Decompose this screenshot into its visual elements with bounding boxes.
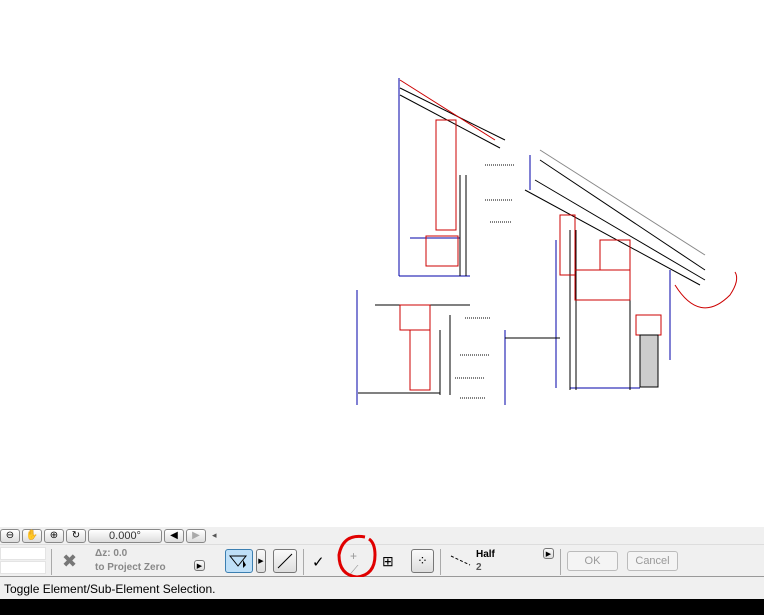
check-angle-icon[interactable]: ✓ — [312, 553, 325, 571]
fit-in-window-icon[interactable]: ⊕ — [44, 528, 64, 543]
zoom-out-icon[interactable]: ⊖ — [0, 528, 20, 543]
view-angle-field[interactable]: 0.000° — [88, 528, 162, 543]
elevation-reference: to Project Zero — [95, 562, 166, 573]
selection-options-arrow[interactable]: ▶ — [256, 549, 266, 573]
ok-button[interactable]: OK — [567, 551, 618, 571]
separator — [51, 549, 52, 575]
coordinate-field-2[interactable] — [0, 561, 46, 574]
cancel-button[interactable]: Cancel — [627, 551, 678, 571]
info-box-toolbar: ✖ Δz: 0.0 to Project Zero ▶ ▶ ✓ + ⟋ ⊞ ⁘ H… — [0, 534, 764, 579]
next-zoom-icon: ▶ — [186, 528, 206, 543]
drawing-canvas[interactable] — [0, 0, 764, 527]
elevation-options-button[interactable]: ▶ — [194, 560, 205, 571]
dz-value: 0.0 — [113, 548, 128, 559]
red-circle-annotation — [337, 534, 377, 579]
pen-line-icon — [450, 555, 471, 566]
status-bar: Toggle Element/Sub-Element Selection. — [0, 577, 764, 599]
separator — [560, 549, 561, 575]
dz-label: Δz: — [95, 548, 111, 559]
diagonal-line-icon — [277, 553, 293, 569]
magic-wand-button[interactable]: ⁘ — [411, 549, 434, 573]
scroll-left-icon[interactable]: ◂ — [212, 530, 217, 541]
pen-value: 2 — [476, 562, 482, 573]
previous-zoom-icon[interactable]: ◀ — [164, 528, 184, 543]
section-detail-drawing — [356, 78, 738, 405]
navigation-bar: ⊖ ✋ ⊕ ↻ 0.000° ◀ ▶ ◂ — [0, 527, 764, 544]
toggle-subelement-selection-button[interactable] — [225, 549, 253, 573]
rotate-view-icon[interactable]: ↻ — [66, 528, 86, 543]
taskbar-area — [0, 599, 764, 615]
pan-hand-icon[interactable]: ✋ — [22, 528, 42, 543]
pen-label: Half — [476, 549, 495, 560]
separator — [440, 549, 441, 575]
coordinate-field-1[interactable] — [0, 547, 46, 560]
elevation-icon[interactable]: ✖ — [62, 551, 77, 572]
guide-line-button[interactable] — [273, 549, 297, 573]
group-icon[interactable]: ⊞ — [382, 553, 394, 570]
separator — [303, 549, 304, 575]
selection-triangle-icon — [228, 555, 248, 568]
pen-options-button[interactable]: ▶ — [543, 548, 554, 559]
